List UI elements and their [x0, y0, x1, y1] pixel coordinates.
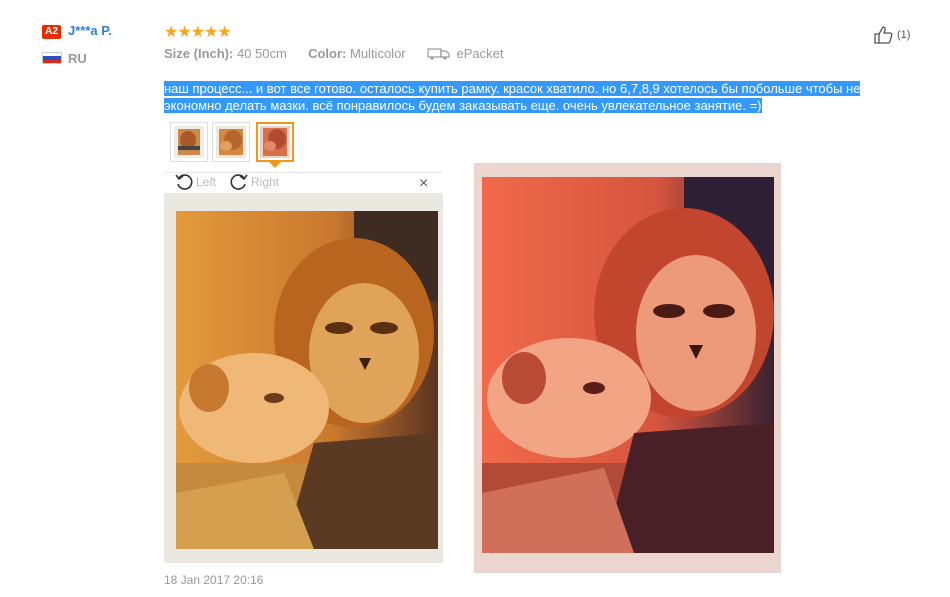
buyer-level-badge: A2	[42, 25, 61, 39]
lion-painting-image	[474, 163, 781, 573]
order-attributes: Size (Inch): 40 50cm Color: Multicolor e…	[164, 46, 503, 61]
helpful-button[interactable]: (1)	[873, 25, 910, 45]
helpful-count: (1)	[897, 29, 911, 41]
lion-painting-image	[164, 193, 443, 563]
star-rating: ★★★★★	[164, 24, 232, 41]
rotate-right-label: Right	[251, 175, 280, 189]
truck-icon	[427, 48, 450, 60]
feedback-text: наш процесс... и вот все готово. осталос…	[164, 80, 914, 114]
rotate-left-button[interactable]: Left	[174, 172, 216, 192]
rotate-left-label: Left	[196, 175, 217, 189]
review-thumbnail-2[interactable]	[212, 122, 250, 162]
rotate-right-button[interactable]: Right	[229, 172, 279, 192]
review-thumbnail-1[interactable]	[170, 122, 208, 162]
review-photo-secondary	[474, 163, 781, 573]
review-thumbnail-3[interactable]	[256, 122, 294, 162]
attr-size-value: 40 50cm	[236, 46, 287, 61]
attr-color-key: Color:	[308, 46, 347, 61]
active-thumbnail-indicator	[269, 162, 281, 168]
review-photo-main	[164, 193, 443, 563]
reviewer-country: RU	[68, 51, 87, 66]
close-viewer-button[interactable]: ×	[419, 176, 428, 192]
thumbs-up-icon	[874, 26, 893, 44]
rotate-right-icon	[230, 174, 248, 190]
reviewer-name[interactable]: J***a P.	[68, 23, 112, 38]
feedback-text-content: наш процесс... и вот все готово. осталос…	[164, 81, 861, 113]
shipping-method: ePacket	[456, 46, 504, 61]
attr-size-key: Size (Inch):	[164, 46, 234, 61]
attr-color-value: Multicolor	[350, 46, 406, 61]
russia-flag-icon	[42, 52, 62, 64]
review-date: 18 Jan 2017 20:16	[164, 573, 264, 587]
rotate-left-icon	[175, 174, 193, 190]
